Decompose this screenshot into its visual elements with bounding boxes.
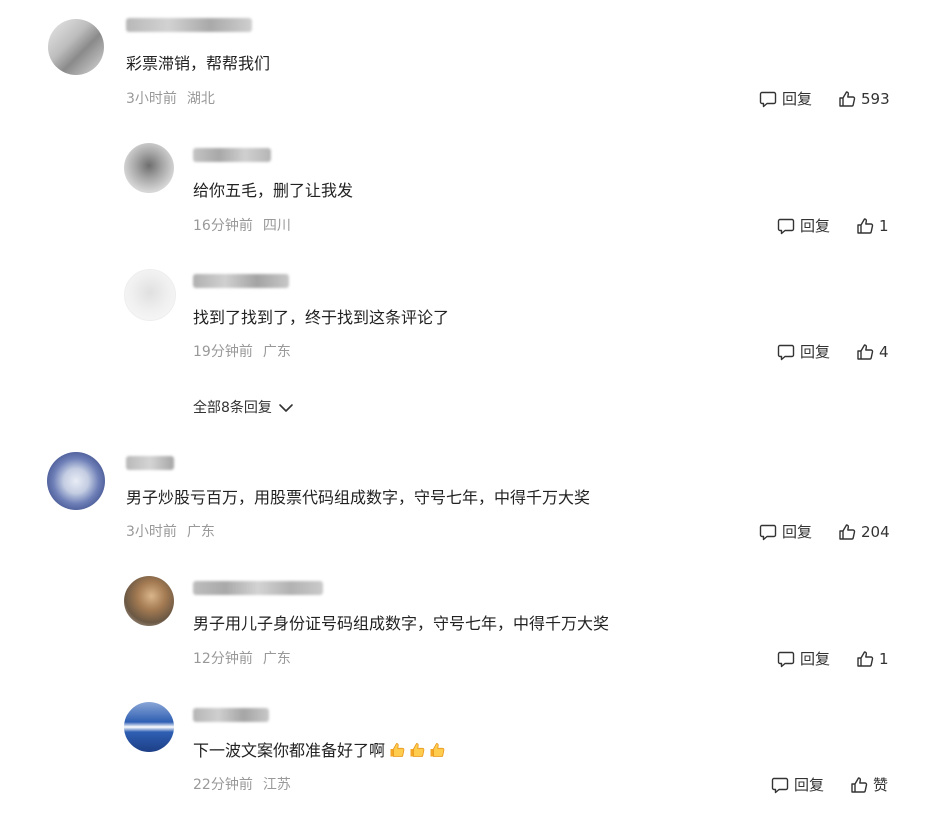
- expand-replies-label: 全部8条回复: [193, 400, 272, 416]
- comment-time: 16分钟前: [193, 218, 253, 234]
- comment-meta: 22分钟前 江苏: [193, 775, 291, 795]
- reply-button[interactable]: 回复: [771, 775, 824, 795]
- comment-bubble-icon: [777, 651, 795, 668]
- comment-time: 3小时前: [126, 524, 177, 540]
- like-button[interactable]: 1: [856, 216, 889, 236]
- comment-text: 给你五毛，删了让我发: [193, 181, 354, 200]
- thumbs-up-icon: [857, 218, 874, 234]
- comment-text: 男子用儿子身份证号码组成数字，守号七年，中得千万大奖: [193, 614, 610, 633]
- comment-meta: 12分钟前 广东: [193, 649, 291, 669]
- reply-button[interactable]: 回复: [777, 216, 830, 236]
- avatar[interactable]: [47, 452, 105, 510]
- comment-bubble-icon: [771, 777, 789, 794]
- like-label: 赞: [873, 776, 889, 794]
- like-button[interactable]: 1: [856, 649, 889, 669]
- thumbs-up-emoji: [430, 743, 445, 757]
- comment-text: 男子炒股亏百万，用股票代码组成数字，守号七年，中得千万大奖: [126, 488, 591, 507]
- like-count: 1: [879, 217, 889, 235]
- comment-meta: 16分钟前 四川: [193, 216, 291, 236]
- thumbs-up-icon: [851, 777, 868, 793]
- comment-text: 找到了找到了，终于找到这条评论了: [193, 308, 450, 327]
- comment-time: 19分钟前: [193, 344, 253, 360]
- comment-meta: 3小时前 广东: [126, 522, 215, 542]
- chevron-down-icon: [279, 404, 293, 412]
- reply-item: 下一波文案你都准备好了啊 22分钟前 江苏 回复 赞: [0, 0, 944, 794]
- username-blurred[interactable]: [193, 274, 289, 288]
- username-blurred[interactable]: [193, 148, 271, 162]
- thumbs-up-icon: [857, 651, 874, 667]
- username-blurred[interactable]: [193, 581, 323, 595]
- like-button[interactable]: 赞: [850, 775, 888, 795]
- comment-bubble-icon: [777, 218, 795, 235]
- like-button[interactable]: 204: [838, 522, 890, 542]
- reply-label: 回复: [782, 523, 813, 541]
- reply-label: 回复: [800, 343, 831, 361]
- thumbs-up-emoji: [410, 743, 425, 757]
- comment-region: 广东: [262, 651, 291, 667]
- comment-region: 广东: [262, 344, 291, 360]
- thumbs-up-icon: [839, 524, 856, 540]
- comment-meta: 19分钟前 广东: [193, 342, 291, 362]
- comment-text: 下一波文案你都准备好了啊: [193, 740, 445, 762]
- reply-label: 回复: [800, 217, 831, 235]
- comment-bubble-icon: [777, 344, 795, 361]
- reply-label: 回复: [794, 776, 825, 794]
- avatar[interactable]: [124, 143, 174, 193]
- comment-region: 广东: [186, 524, 215, 540]
- avatar[interactable]: [124, 702, 174, 752]
- comment-region: 江苏: [262, 777, 291, 793]
- username-blurred[interactable]: [126, 456, 174, 470]
- comment-region: 四川: [262, 218, 291, 234]
- comment-bubble-icon: [759, 524, 777, 541]
- reply-button[interactable]: 回复: [777, 342, 830, 362]
- avatar[interactable]: [124, 269, 176, 321]
- comment-time: 12分钟前: [193, 651, 253, 667]
- thumbs-up-icon: [857, 344, 874, 360]
- like-count: 204: [861, 523, 890, 541]
- expand-replies-button[interactable]: 全部8条回复: [193, 398, 294, 418]
- reply-button[interactable]: 回复: [759, 522, 812, 542]
- reply-label: 回复: [800, 650, 831, 668]
- comment-text-content: 下一波文案你都准备好了啊: [193, 741, 386, 760]
- like-count: 1: [879, 650, 889, 668]
- like-count: 4: [879, 343, 889, 361]
- thumbs-up-emoji: [390, 743, 405, 757]
- reply-button[interactable]: 回复: [777, 649, 830, 669]
- comment-time: 22分钟前: [193, 777, 253, 793]
- like-button[interactable]: 4: [856, 342, 889, 362]
- avatar[interactable]: [124, 576, 174, 626]
- username-blurred[interactable]: [193, 708, 269, 722]
